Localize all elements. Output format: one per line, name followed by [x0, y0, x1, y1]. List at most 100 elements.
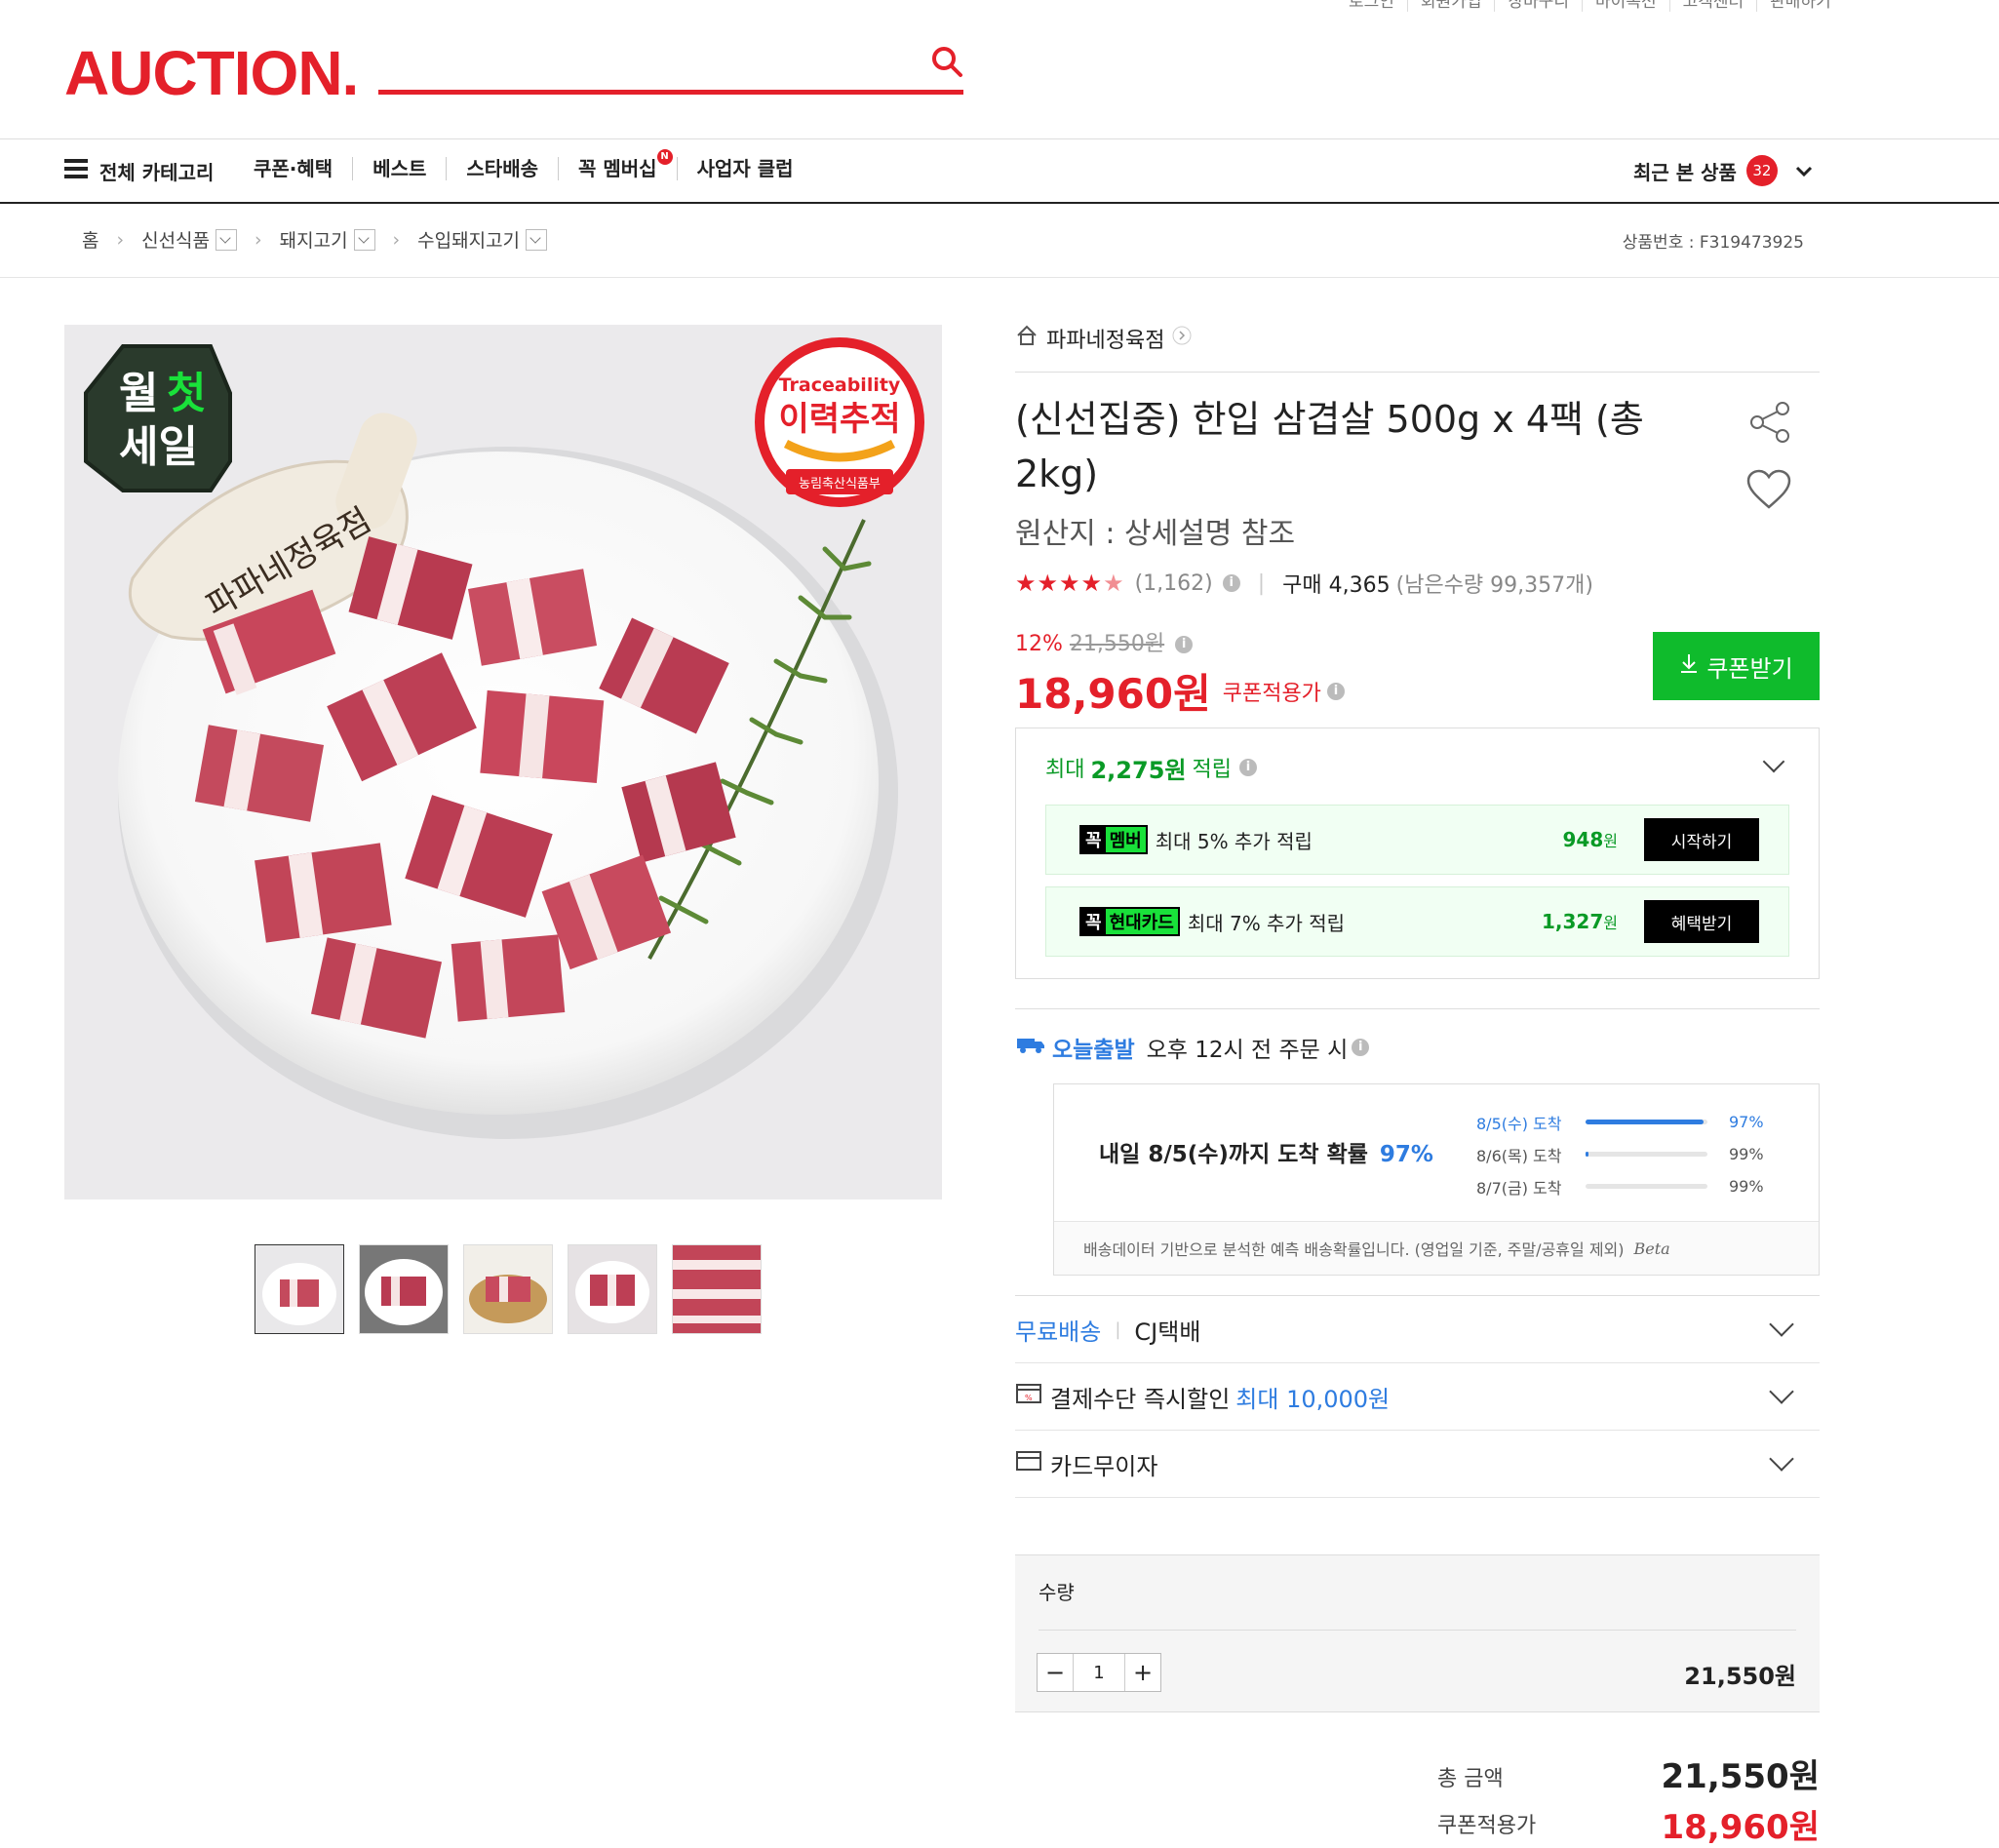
breadcrumb-item-pork[interactable]: 돼지고기 [280, 226, 348, 253]
chevron-right-icon: › [116, 228, 125, 251]
info-icon[interactable]: i [1238, 759, 1257, 776]
info-icon[interactable]: i [1175, 636, 1194, 653]
quantity-price: 21,550원 [1684, 1663, 1796, 1690]
search-icon[interactable] [930, 45, 963, 82]
login-link[interactable]: 로그인 [1336, 0, 1407, 12]
delivery-prob-bar [1586, 1120, 1707, 1124]
svg-text:%: % [1025, 1394, 1033, 1402]
search-input[interactable] [378, 45, 889, 86]
today-shipping-condition: 오후 12시 전 주문 시 [1146, 1038, 1349, 1063]
info-icon[interactable]: i [1352, 1039, 1370, 1056]
svg-text:농림축산식품부: 농림축산식품부 [799, 477, 881, 491]
share-icon[interactable] [1747, 400, 1792, 449]
reward-text: 최대 7% 추가 적립 [1187, 911, 1346, 935]
customer-center-link[interactable]: 고객센터 [1668, 0, 1757, 12]
payment-discount-label: 결제수단 즉시할인 [1050, 1385, 1231, 1413]
sell-link[interactable]: 판매하기 [1756, 0, 1844, 12]
quantity-label: 수량 [1039, 1581, 1075, 1604]
svg-text:Traceability: Traceability [779, 374, 901, 396]
review-count[interactable]: (1,162) [1135, 571, 1213, 596]
card-interest-label: 카드무이자 [1050, 1452, 1158, 1480]
total-value: 21,550원 [1661, 1757, 1820, 1796]
thumbnail-1[interactable] [255, 1244, 344, 1334]
price-area: 12% 21,550원 i 18,960원 쿠폰적용가 i 쿠폰받기 [1015, 626, 1820, 718]
traceability-badge: Traceability 이력추적 농림축산식품부 [755, 337, 924, 507]
auction-logo[interactable]: AUCTION. [64, 37, 359, 109]
today-shipping-row: 오늘출발 오후 12시 전 주문 시 i [1015, 1031, 1820, 1064]
breadcrumb: 홈 › 신선식품 › 돼지고기 › 수입돼지고기 상품번호 : F3194739… [0, 203, 1999, 278]
breadcrumb-item-fresh[interactable]: 신선식품 [141, 226, 210, 253]
dropdown-icon[interactable] [353, 228, 375, 251]
coupon-button-label: 쿠폰받기 [1706, 654, 1793, 683]
main-nav: 전체 카테고리 쿠폰·혜택 베스트 스타배송 꼭 멤버십 N 사업자 클럽 최근 … [0, 138, 1999, 204]
delivery-note-text: 배송데이터 기반으로 분석한 예측 배송확률입니다. (영업일 기준, 주말/공… [1083, 1240, 1625, 1259]
nav-coupon-benefits[interactable]: 쿠폰·혜택 [254, 157, 352, 180]
rating-stars[interactable]: ★★★★★ [1015, 570, 1125, 597]
prob-value: 97% [1379, 1142, 1433, 1167]
nav-business-club[interactable]: 사업자 클럽 [676, 157, 813, 180]
card-icon [1015, 1449, 1042, 1478]
recent-viewed-label: 최근 본 상품 [1633, 160, 1737, 184]
thumbnail-2[interactable] [359, 1244, 449, 1334]
delivery-date: 8/6(목) 도착 [1476, 1146, 1562, 1165]
chevron-down-icon [1769, 1379, 1794, 1404]
delivery-prob-bar [1586, 1184, 1707, 1189]
delivery-prob-row: 8/5(수) 도착 97% [1476, 1106, 1764, 1138]
membership-reward-row: 꼭 멤버 최대 5% 추가 적립 948원 시작하기 [1045, 805, 1789, 875]
recent-viewed-button[interactable]: 최근 본 상품 32 [1633, 155, 1813, 186]
remaining-stock: (남은수량 99,357개) [1395, 573, 1593, 598]
payment-discount-value: 최대 10,000원 [1235, 1385, 1391, 1413]
delivery-prob-row: 8/6(목) 도착 99% [1476, 1138, 1764, 1170]
dropdown-icon[interactable] [526, 228, 548, 251]
nav-membership[interactable]: 꼭 멤버십 N [558, 149, 677, 180]
plus-button[interactable]: + [1125, 1654, 1160, 1691]
card-interest-row[interactable]: 카드무이자 [1015, 1431, 1820, 1498]
delivery-prob-row: 8/7(금) 도착 99% [1476, 1170, 1764, 1202]
chevron-down-icon [1769, 1446, 1794, 1472]
nav-best[interactable]: 베스트 [352, 157, 446, 180]
all-categories-button[interactable]: 전체 카테고리 [64, 157, 214, 185]
thumbnail-3[interactable] [463, 1244, 553, 1334]
thumbnail-5[interactable] [672, 1244, 762, 1334]
dropdown-icon[interactable] [216, 228, 238, 251]
nav-star-delivery[interactable]: 스타배송 [446, 157, 558, 180]
reward-text: 최대 5% 추가 적립 [1155, 829, 1313, 853]
delivery-probability-box: 내일 8/5(수)까지 도착 확률 97% 8/5(수) 도착 97% 8/6(… [1053, 1083, 1820, 1276]
chevron-down-icon [1769, 1312, 1794, 1337]
seller-link[interactable]: 파파네정육점 [1015, 325, 1820, 353]
search-bar [378, 41, 963, 95]
payment-discount-row[interactable]: % 결제수단 즉시할인 최대 10,000원 [1015, 1363, 1820, 1431]
free-shipping-label: 무료배송 [1015, 1317, 1102, 1346]
thumbnail-4[interactable] [568, 1244, 657, 1334]
delivery-note: 배송데이터 기반으로 분석한 예측 배송확률입니다. (영업일 기준, 주말/공… [1054, 1221, 1819, 1275]
final-price: 18,960원 [1015, 670, 1211, 718]
start-membership-button[interactable]: 시작하기 [1644, 818, 1759, 861]
shipping-row[interactable]: 무료배송 | CJ택배 [1015, 1296, 1820, 1363]
recent-count-badge: 32 [1745, 155, 1778, 186]
my-auction-link[interactable]: 마이옥션 [1582, 0, 1669, 12]
cart-link[interactable]: 장바구니 [1494, 0, 1582, 12]
rewards-toggle[interactable]: 최대 2,275원 적립 i [1045, 748, 1789, 787]
get-benefit-button[interactable]: 혜택받기 [1644, 900, 1759, 943]
product-number: 상품번호 : F319473925 [1622, 233, 1804, 253]
info-icon[interactable]: i [1326, 682, 1345, 700]
product-info: 파파네정육점 (신선집중) 한입 삼겹살 500g x 4팩 (총 2kg) 원… [1015, 325, 1820, 1847]
thumbnail-list [255, 1244, 762, 1334]
signup-link[interactable]: 회원가입 [1406, 0, 1495, 12]
svg-text:세일: 세일 [119, 422, 198, 472]
discount-rate: 12% [1015, 632, 1063, 656]
monthly-first-sale-badge: 월 첫 세일 [84, 344, 232, 492]
quantity-value[interactable]: 1 [1073, 1654, 1125, 1691]
today-shipping-label: 오늘출발 [1052, 1038, 1135, 1063]
info-icon[interactable]: i [1222, 574, 1240, 592]
heart-icon[interactable] [1745, 468, 1792, 515]
original-price: 21,550원 [1069, 632, 1165, 656]
reward-unit: 원 [1603, 914, 1618, 932]
delivery-prob-list: 8/5(수) 도착 97% 8/6(목) 도착 99% 8/7(금) 도착 99… [1476, 1106, 1764, 1202]
delivery-prob-bar [1586, 1152, 1707, 1157]
new-badge: N [656, 149, 673, 165]
breadcrumb-home[interactable]: 홈 [82, 226, 98, 253]
minus-button[interactable]: − [1038, 1654, 1073, 1691]
breadcrumb-item-imported-pork[interactable]: 수입돼지고기 [417, 226, 520, 253]
coupon-download-button[interactable]: 쿠폰받기 [1653, 632, 1820, 700]
